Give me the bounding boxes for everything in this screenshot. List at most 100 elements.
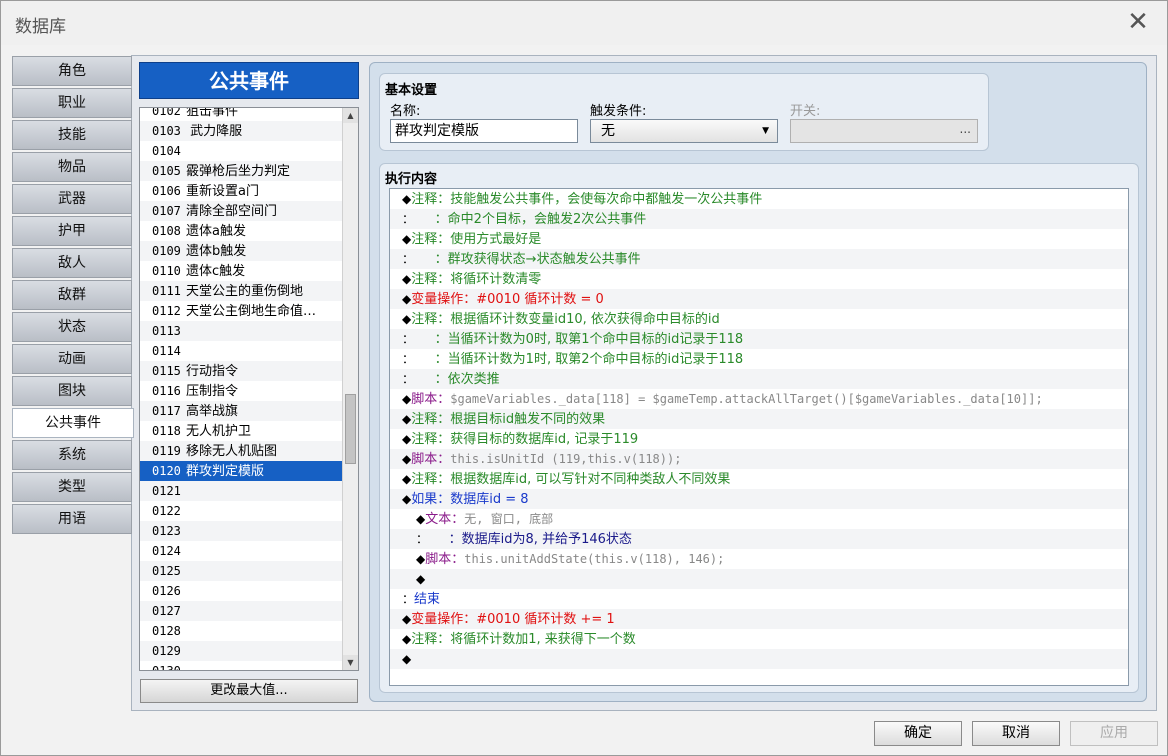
switch-field[interactable]: ... (790, 119, 978, 143)
event-list-item[interactable]: 0114 (140, 341, 343, 361)
command-row[interactable]: ： ：当循环计数为0时, 取第1个命中目标的id记录于118 (390, 329, 1128, 349)
switch-browse-button[interactable]: ... (960, 122, 971, 136)
event-number: 0114 (152, 344, 181, 358)
event-name: 无人机护卫 (186, 424, 252, 439)
category-tab[interactable]: 武器 (12, 184, 132, 214)
event-list-item[interactable]: 0102 狙击事件 (140, 108, 343, 121)
command-row[interactable]: ： ：数据库id为8, 并给予146状态 (390, 529, 1128, 549)
event-list-item[interactable]: 0129 (140, 641, 343, 661)
event-list-item[interactable]: 0108 遗体a触发 (140, 221, 343, 241)
event-list-item[interactable]: 0112 天堂公主倒地生命值… (140, 301, 343, 321)
command-text: ：当循环计数为1时, 取第2个命中目标的id记录于118 (414, 352, 744, 367)
command-row[interactable]: ◆注释：将循环计数清零 (390, 269, 1128, 289)
event-list-item[interactable]: 0119 移除无人机贴图 (140, 441, 343, 461)
command-row[interactable]: ◆脚本：this.unitAddState(this.v(118), 146); (390, 549, 1128, 569)
command-list[interactable]: ◆注释：技能触发公共事件，会使每次命中都触发一次公共事件： ：命中2个目标，会触… (389, 188, 1129, 686)
category-tab[interactable]: 敌人 (12, 248, 132, 278)
close-icon[interactable]: ✕ (1125, 9, 1151, 35)
command-row[interactable]: ◆脚本：this.isUnitId (119,this.v(118)); (390, 449, 1128, 469)
event-list-item[interactable]: 0124 (140, 541, 343, 561)
event-number: 0108 (152, 224, 181, 238)
event-list-item[interactable]: 0107 清除全部空间门 (140, 201, 343, 221)
name-input[interactable]: 群攻判定模版 (390, 119, 578, 143)
command-text: ：当循环计数为0时, 取第1个命中目标的id记录于118 (414, 332, 744, 347)
category-tab[interactable]: 状态 (12, 312, 132, 342)
command-row[interactable]: ◆注释：将循环计数加1, 来获得下一个数 (390, 629, 1128, 649)
event-list-item[interactable]: 0115 行动指令 (140, 361, 343, 381)
event-number: 0109 (152, 244, 181, 258)
command-row[interactable]: ◆变量操作：#0010 循环计数 = 0 (390, 289, 1128, 309)
command-row[interactable]: ： ：群攻获得状态→状态触发公共事件 (390, 249, 1128, 269)
scroll-down-icon[interactable]: ▼ (343, 655, 358, 670)
command-row[interactable]: ◆ (390, 569, 1128, 589)
command-row[interactable]: ◆变量操作：#0010 循环计数 += 1 (390, 609, 1128, 629)
diamond-icon: ◆ (402, 492, 412, 506)
command-text: this.isUnitId (119,this.v(118)); (450, 452, 682, 466)
event-list-item[interactable]: 0105 霰弹枪后坐力判定 (140, 161, 343, 181)
command-row[interactable]: ◆注释：使用方式最好是 (390, 229, 1128, 249)
event-list-item[interactable]: 0125 (140, 561, 343, 581)
event-list[interactable]: 0102 狙击事件 0103 武力降服 0104 0105 霰弹枪后坐力判定 0106 重新设… (139, 107, 359, 671)
scroll-up-icon[interactable]: ▲ (343, 108, 358, 123)
command-row[interactable]: ◆脚本：$gameVariables._data[118] = $gameTem… (390, 389, 1128, 409)
cancel-button[interactable]: 取消 (972, 721, 1060, 746)
command-row[interactable]: ◆如果：数据库id = 8 (390, 489, 1128, 509)
category-tab[interactable]: 系统 (12, 440, 132, 470)
event-list-item[interactable]: 0117 高举战旗 (140, 401, 343, 421)
event-list-item[interactable]: 0104 (140, 141, 343, 161)
command-row[interactable]: ◆注释：根据循环计数变量id10, 依次获得命中目标的id (390, 309, 1128, 329)
event-list-item[interactable]: 0111 天堂公主的重伤倒地 (140, 281, 343, 301)
event-list-item[interactable]: 0120 群攻判定模版 (140, 461, 343, 481)
event-list-item[interactable]: 0123 (140, 521, 343, 541)
event-list-item[interactable]: 0116 压制指令 (140, 381, 343, 401)
event-list-item[interactable]: 0126 (140, 581, 343, 601)
continuation-mark: ： (416, 532, 429, 546)
command-row[interactable]: ◆文本：无, 窗口, 底部 (390, 509, 1128, 529)
command-text: 无, 窗口, 底部 (464, 512, 554, 526)
event-list-item[interactable]: 0109 遗体b触发 (140, 241, 343, 261)
event-list-item[interactable]: 0110 遗体c触发 (140, 261, 343, 281)
command-row[interactable]: ： ：依次类推 (390, 369, 1128, 389)
category-tab[interactable]: 用语 (12, 504, 132, 534)
command-row[interactable]: ： ：命中2个目标，会触发2次公共事件 (390, 209, 1128, 229)
ok-button[interactable]: 确定 (874, 721, 962, 746)
event-name: 霰弹枪后坐力判定 (186, 164, 291, 179)
events-header: 公共事件 (139, 62, 359, 99)
command-row[interactable]: ◆注释：根据目标id触发不同的效果 (390, 409, 1128, 429)
event-number: 0125 (152, 564, 181, 578)
event-number: 0105 (152, 164, 181, 178)
category-tab[interactable]: 敌群 (12, 280, 132, 310)
command-row[interactable]: ◆注释：根据数据库id, 可以写针对不同种类敌人不同效果 (390, 469, 1128, 489)
category-tab[interactable]: 图块 (12, 376, 132, 406)
trigger-select[interactable]: 无 ▼ (590, 119, 778, 143)
event-list-item[interactable]: 0130 (140, 661, 343, 670)
event-list-item[interactable]: 0113 (140, 321, 343, 341)
change-max-button[interactable]: 更改最大值... (140, 679, 358, 703)
event-list-item[interactable]: 0122 (140, 501, 343, 521)
event-list-item[interactable]: 0118 无人机护卫 (140, 421, 343, 441)
apply-button[interactable]: 应用 (1070, 721, 1158, 746)
command-row[interactable]: ： ：当循环计数为1时, 取第2个命中目标的id记录于118 (390, 349, 1128, 369)
category-tab[interactable]: 动画 (12, 344, 132, 374)
diamond-icon: ◆ (402, 632, 412, 646)
command-row[interactable]: ：结束 (390, 589, 1128, 609)
event-list-item[interactable]: 0128 (140, 621, 343, 641)
event-list-item[interactable]: 0103 武力降服 (140, 121, 343, 141)
category-tab[interactable]: 角色 (12, 56, 132, 86)
continuation-mark: ： (402, 592, 415, 606)
event-list-item[interactable]: 0127 (140, 601, 343, 621)
event-list-item[interactable]: 0121 (140, 481, 343, 501)
scroll-thumb[interactable] (345, 394, 356, 464)
command-row[interactable]: ◆注释：技能触发公共事件，会使每次命中都触发一次公共事件 (390, 189, 1128, 209)
category-tab[interactable]: 物品 (12, 152, 132, 182)
event-list-item[interactable]: 0106 重新设置a门 (140, 181, 343, 201)
command-row[interactable]: ◆ (390, 649, 1128, 669)
category-tab[interactable]: 类型 (12, 472, 132, 502)
category-tab[interactable]: 技能 (12, 120, 132, 150)
category-tab[interactable]: 护甲 (12, 216, 132, 246)
command-row[interactable]: ◆注释：获得目标的数据库id, 记录于119 (390, 429, 1128, 449)
category-tab[interactable]: 职业 (12, 88, 132, 118)
category-tabs: 角色 职业 技能 物品 武器 护甲 敌人 敌群 状态 动画 图块 公共事件 系统 类型 用语 (12, 56, 134, 536)
category-tab[interactable]: 公共事件 (12, 408, 134, 438)
event-list-scrollbar[interactable]: ▲ ▼ (342, 108, 358, 670)
